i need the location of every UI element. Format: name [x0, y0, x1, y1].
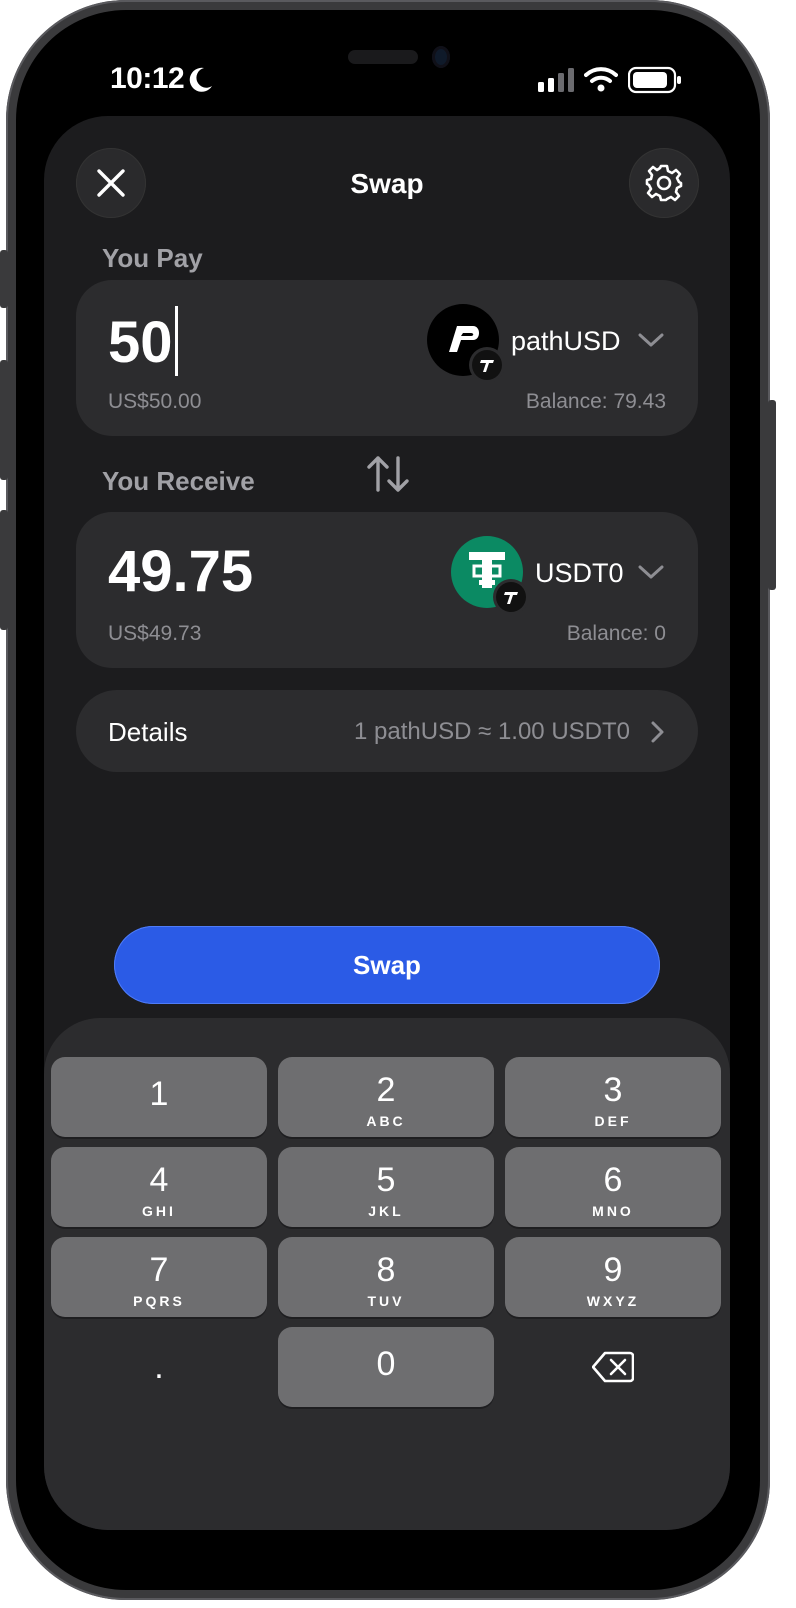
- key-digit: .: [154, 1348, 164, 1386]
- key-2[interactable]: 2 ABC: [278, 1057, 494, 1137]
- gear-icon: [645, 164, 683, 202]
- tempo-network-icon: [496, 582, 526, 612]
- chevron-down-icon: [638, 332, 664, 353]
- key-letters: ABC: [366, 1113, 406, 1129]
- receive-token-selector[interactable]: USDT0: [451, 536, 667, 612]
- key-digit: 8: [376, 1251, 396, 1289]
- key-decimal[interactable]: .: [51, 1327, 267, 1407]
- key-digit: 2: [376, 1071, 396, 1109]
- volume-down-button: [0, 510, 8, 630]
- swap-direction-icon: [367, 456, 409, 492]
- key-digit: 3: [603, 1071, 623, 1109]
- pay-token-name: pathUSD: [511, 326, 621, 356]
- pay-label: You Pay: [102, 243, 203, 273]
- backspace-icon: [592, 1351, 634, 1383]
- chevron-right-icon: [650, 720, 666, 749]
- key-5[interactable]: 5 JKL: [278, 1147, 494, 1227]
- receive-label: You Receive: [102, 466, 255, 496]
- receive-balance: Balance: 0: [566, 622, 666, 645]
- mute-switch: [0, 250, 8, 308]
- key-4[interactable]: 4 GHI: [51, 1147, 267, 1227]
- swap-direction-button[interactable]: [366, 454, 410, 494]
- status-time: 10:12: [110, 62, 185, 95]
- key-digit: 9: [603, 1251, 623, 1289]
- key-letters: GHI: [142, 1203, 176, 1219]
- receive-amount: 49.75: [108, 539, 254, 604]
- signal-icon: [538, 68, 576, 97]
- key-digit: 5: [376, 1161, 396, 1199]
- key-letters: JKL: [368, 1203, 404, 1219]
- key-7[interactable]: 7 PQRS: [51, 1237, 267, 1317]
- swap-button[interactable]: Swap: [114, 926, 660, 1004]
- key-letters: WXYZ: [586, 1293, 640, 1309]
- close-icon: [97, 169, 125, 197]
- key-digit: 1: [149, 1075, 169, 1113]
- volume-up-button: [0, 360, 8, 480]
- battery-icon: [627, 66, 682, 99]
- moon-icon: [188, 66, 214, 99]
- key-digit: 7: [149, 1251, 169, 1289]
- close-button[interactable]: [76, 148, 146, 218]
- key-0[interactable]: 0: [278, 1327, 494, 1407]
- key-letters: DEF: [594, 1113, 632, 1129]
- key-letters: PQRS: [133, 1293, 185, 1309]
- wifi-icon: [584, 66, 618, 97]
- chevron-down-icon: [638, 564, 664, 585]
- key-letters: TUV: [367, 1293, 405, 1309]
- pay-token-selector[interactable]: pathUSD: [427, 304, 667, 380]
- page-title: Swap: [350, 168, 424, 199]
- dynamic-island: [348, 50, 418, 64]
- key-1[interactable]: 1: [51, 1057, 267, 1137]
- key-9[interactable]: 9 WXYZ: [505, 1237, 721, 1317]
- key-digit: 4: [149, 1161, 169, 1199]
- tempo-network-icon: [472, 350, 502, 380]
- pay-fiat-value: US$50.00: [108, 390, 202, 413]
- settings-button[interactable]: [629, 148, 699, 218]
- key-3[interactable]: 3 DEF: [505, 1057, 721, 1137]
- pay-balance: Balance: 79.43: [525, 390, 666, 413]
- key-letters: MNO: [592, 1203, 634, 1219]
- receive-token-name: USDT0: [535, 558, 624, 588]
- text-cursor: [174, 306, 178, 376]
- key-digit: 0: [376, 1345, 396, 1383]
- receive-fiat-value: US$49.73: [108, 622, 202, 645]
- key-6[interactable]: 6 MNO: [505, 1147, 721, 1227]
- backspace-key[interactable]: [505, 1327, 721, 1407]
- details-label: Details: [108, 717, 188, 747]
- pay-amount-value: 50: [108, 310, 173, 375]
- key-digit: 6: [603, 1161, 623, 1199]
- pay-amount-input[interactable]: 50: [108, 306, 178, 376]
- exchange-rate: 1 pathUSD ≈ 1.00 USDT0: [354, 718, 630, 745]
- power-button: [768, 400, 776, 590]
- front-camera: [432, 46, 450, 68]
- key-8[interactable]: 8 TUV: [278, 1237, 494, 1317]
